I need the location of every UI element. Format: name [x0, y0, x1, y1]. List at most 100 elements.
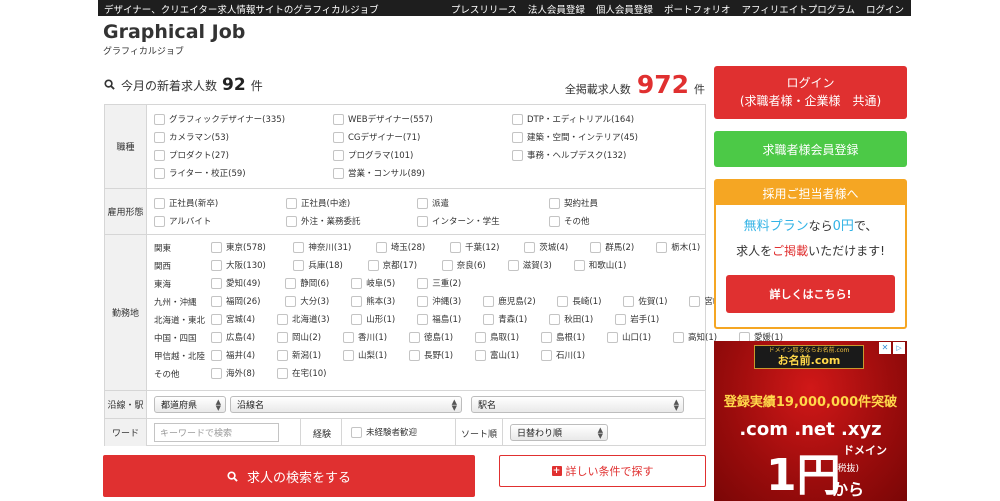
checkbox-box[interactable] — [512, 113, 523, 125]
checkbox-box[interactable] — [154, 131, 165, 143]
prefecture-option[interactable]: 長崎(1) — [557, 295, 601, 307]
prefecture-option[interactable]: 沖縄(3) — [417, 295, 461, 307]
checkbox-box[interactable] — [211, 367, 222, 379]
checkbox-box[interactable] — [211, 277, 222, 289]
prefecture-option[interactable]: 奈良(6) — [441, 259, 486, 271]
prefecture-option[interactable]: 愛知(49) — [211, 277, 260, 289]
prefecture-option[interactable]: 海外(8) — [211, 367, 255, 379]
prefecture-option[interactable]: 神奈川(31) — [293, 241, 351, 253]
prefecture-option[interactable]: 徳島(1) — [409, 331, 453, 343]
employment-option[interactable]: 外注・業務委託 — [286, 215, 361, 227]
checkbox-box[interactable] — [211, 259, 222, 271]
checkbox-box[interactable] — [343, 331, 354, 343]
line-select[interactable]: 沿線名 ▲ ▼ — [230, 396, 462, 413]
checkbox-box[interactable] — [409, 331, 420, 343]
checkbox-box[interactable] — [483, 295, 495, 307]
employment-option[interactable]: 正社員(中途) — [286, 197, 350, 209]
checkbox-box[interactable] — [512, 131, 523, 143]
prefecture-option[interactable]: 岡山(2) — [277, 331, 321, 343]
job-type-option[interactable]: プロダクト(27) — [154, 149, 229, 161]
checkbox-box[interactable] — [343, 349, 354, 361]
checkbox-box[interactable] — [211, 349, 222, 361]
prefecture-option[interactable]: 鳥取(1) — [475, 331, 519, 343]
checkbox-box[interactable] — [475, 331, 486, 343]
prefecture-option[interactable]: 大分(3) — [285, 295, 329, 307]
prefecture-option[interactable]: 広島(4) — [211, 331, 255, 343]
job-type-option[interactable]: カメラマン(53) — [154, 131, 229, 143]
site-logo[interactable]: Graphical Job — [103, 21, 245, 43]
checkbox-box[interactable] — [573, 259, 585, 271]
prefecture-option[interactable]: 京都(17) — [367, 259, 417, 271]
checkbox-box[interactable] — [524, 241, 536, 253]
detail-search-button[interactable]: + 詳しい条件で探す — [499, 455, 706, 487]
checkbox-box[interactable] — [541, 349, 552, 361]
prefecture-option[interactable]: 群馬(2) — [590, 241, 634, 253]
prefecture-option[interactable]: 岐阜(5) — [351, 277, 395, 289]
checkbox-box[interactable] — [689, 295, 701, 307]
checkbox-box[interactable] — [450, 241, 461, 253]
checkbox-box[interactable] — [512, 149, 523, 161]
station-select[interactable]: 駅名 ▲ ▼ — [471, 396, 684, 413]
ad-banner[interactable]: ドメイン取るならお名前.com お名前.com ✕ ▷ 登録実績19,000,0… — [714, 341, 907, 501]
job-type-option[interactable]: DTP・エディトリアル(164) — [512, 113, 634, 125]
checkbox-box[interactable] — [367, 259, 379, 271]
nav-affiliate[interactable]: アフィリエイトプログラム — [741, 2, 855, 16]
checkbox-box[interactable] — [286, 215, 297, 227]
checkbox-box[interactable] — [441, 259, 453, 271]
prefecture-option[interactable]: 東京(578) — [211, 241, 266, 253]
prefecture-option[interactable]: 秋田(1) — [549, 313, 593, 325]
prefecture-option[interactable]: 新潟(1) — [277, 349, 321, 361]
keyword-input[interactable]: キーワードで検索 — [154, 423, 279, 442]
checkbox-box[interactable] — [211, 241, 222, 253]
prefecture-option[interactable]: 和歌山(1) — [573, 259, 626, 271]
prefecture-option[interactable]: 香川(1) — [343, 331, 387, 343]
employment-option[interactable]: 派遣 — [417, 197, 449, 209]
prefecture-option[interactable]: 青森(1) — [483, 313, 527, 325]
prefecture-option[interactable]: 長野(1) — [409, 349, 453, 361]
employment-option[interactable]: その他 — [549, 215, 590, 227]
prefecture-option[interactable]: 高知(1) — [673, 331, 717, 343]
checkbox-box[interactable] — [154, 149, 165, 161]
jobseeker-register-button[interactable]: 求職者様会員登録 — [714, 131, 907, 167]
checkbox-box[interactable] — [549, 197, 560, 209]
prefecture-option[interactable]: 岩手(1) — [615, 313, 659, 325]
prefecture-option[interactable]: 宮城(4) — [211, 313, 255, 325]
checkbox-box[interactable] — [607, 331, 618, 343]
prefecture-option[interactable]: 山形(1) — [351, 313, 395, 325]
checkbox-box[interactable] — [277, 331, 288, 343]
checkbox-box[interactable] — [211, 331, 222, 343]
checkbox-box[interactable] — [285, 295, 297, 307]
prefecture-option[interactable]: 栃木(1) — [656, 241, 700, 253]
checkbox-box[interactable] — [656, 241, 668, 253]
checkbox-box[interactable] — [623, 295, 635, 307]
prefecture-option[interactable]: 山口(1) — [607, 331, 651, 343]
prefecture-option[interactable]: 埼玉(28) — [375, 241, 425, 253]
job-type-option[interactable]: グラフィックデザイナー(335) — [154, 113, 285, 125]
checkbox-box[interactable] — [417, 215, 428, 227]
checkbox-box[interactable] — [154, 113, 165, 125]
prefecture-option[interactable]: 兵庫(18) — [293, 259, 343, 271]
prefecture-option[interactable]: 千葉(12) — [450, 241, 499, 253]
prefecture-option[interactable]: 滋賀(3) — [507, 259, 552, 271]
checkbox-box[interactable] — [417, 277, 429, 289]
checkbox-box[interactable] — [409, 349, 420, 361]
search-submit-button[interactable]: 求人の検索をする — [103, 455, 475, 497]
employment-option[interactable]: 正社員(新卒) — [154, 197, 218, 209]
checkbox-box[interactable] — [333, 113, 344, 125]
checkbox-box[interactable] — [293, 259, 305, 271]
nav-portfolio[interactable]: ポートフォリオ — [664, 2, 731, 16]
job-type-option[interactable]: プログラマ(101) — [333, 149, 413, 161]
checkbox-box[interactable] — [417, 197, 428, 209]
employment-option[interactable]: インターン・学生 — [417, 215, 500, 227]
nav-corporate-register[interactable]: 法人会員登録 — [528, 2, 585, 16]
checkbox-box[interactable] — [333, 149, 344, 161]
prefecture-option[interactable]: 大阪(130) — [211, 259, 266, 271]
checkbox-box[interactable] — [154, 167, 165, 179]
prefecture-option[interactable]: 鹿児島(2) — [483, 295, 536, 307]
checkbox-box[interactable] — [541, 331, 552, 343]
prefecture-option[interactable]: 福島(1) — [417, 313, 461, 325]
checkbox-box[interactable] — [351, 277, 363, 289]
checkbox-box[interactable] — [673, 331, 684, 343]
checkbox-box[interactable] — [549, 313, 561, 325]
checkbox-box[interactable] — [277, 367, 288, 379]
